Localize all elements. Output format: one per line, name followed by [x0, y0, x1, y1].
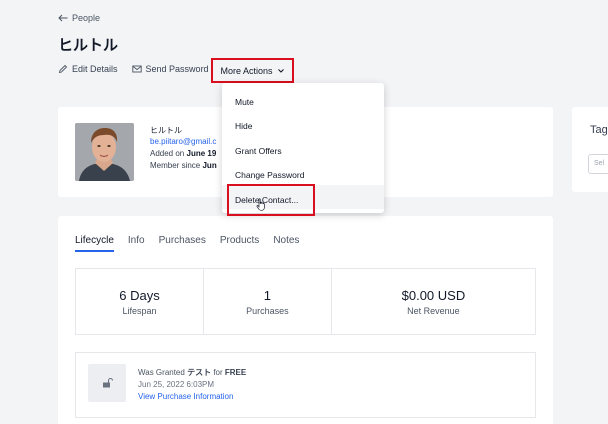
lifecycle-card: Lifecycle Info Purchases Products Notes … [58, 216, 553, 424]
tab-lifecycle[interactable]: Lifecycle [75, 235, 114, 252]
hand-cursor-icon [256, 198, 265, 211]
more-actions-button[interactable]: More Actions [211, 58, 294, 83]
profile-email[interactable]: be.piitaro@gmail.c [150, 137, 216, 146]
menu-item-change-password[interactable]: Change Password [222, 160, 384, 184]
purchase-event: Was Granted テスト for FREE Jun 25, 2022 6:… [75, 352, 536, 418]
arrow-left-icon [58, 14, 68, 22]
stat-value: $0.00 USD [401, 287, 466, 303]
member-prefix: Member since [150, 161, 201, 170]
unlock-icon-box [88, 364, 126, 402]
tags-title: Tag [590, 124, 608, 136]
menu-item-hide[interactable]: Hide [222, 111, 384, 135]
tab-bar: Lifecycle Info Purchases Products Notes [75, 235, 299, 252]
send-password-label: Send Password [145, 64, 209, 74]
profile-name: ヒルトル [150, 126, 182, 135]
stat-value: 6 Days [119, 287, 160, 303]
edit-details-label: Edit Details [72, 64, 118, 74]
profile-added-on: Added on June 19 [150, 149, 216, 158]
tab-notes[interactable]: Notes [273, 235, 299, 252]
tags-card: Tag Sel [572, 107, 608, 192]
unlock-icon [103, 377, 113, 388]
purchase-price: FREE [224, 368, 247, 377]
pencil-icon [58, 64, 68, 74]
view-purchase-link[interactable]: View Purchase Information [138, 392, 233, 401]
stat-purchases: 1 Purchases [204, 269, 332, 334]
member-value: Jun [202, 161, 217, 170]
added-value: June 19 [186, 149, 217, 158]
chevron-down-icon [277, 68, 284, 73]
envelope-icon [131, 65, 142, 73]
stat-label: Net Revenue [407, 305, 460, 316]
menu-item-mute[interactable]: Mute [222, 87, 384, 111]
stat-net-revenue: $0.00 USD Net Revenue [332, 269, 535, 334]
action-bar: Edit Details Send Password [58, 64, 223, 74]
granted-prefix: Was Granted [138, 368, 185, 377]
tags-select[interactable]: Sel [588, 154, 608, 174]
send-password-button[interactable]: Send Password [131, 64, 209, 74]
back-to-people-link[interactable]: People [58, 13, 100, 23]
stat-label: Lifespan [122, 305, 157, 316]
purchase-description: Was Granted テスト for FREE [138, 367, 246, 378]
stats-panel: 6 Days Lifespan 1 Purchases $0.00 USD Ne… [75, 268, 536, 335]
back-link-label: People [72, 13, 101, 23]
more-actions-label: More Actions [220, 65, 273, 76]
stat-label: Purchases [246, 305, 289, 316]
purchase-product: テスト [187, 368, 212, 377]
for-text: for [213, 368, 223, 377]
purchase-date: Jun 25, 2022 6:03PM [138, 380, 215, 389]
edit-details-button[interactable]: Edit Details [58, 64, 118, 74]
delete-contact-highlight [227, 184, 315, 216]
profile-member-since: Member since Jun [150, 161, 217, 170]
menu-item-grant-offers[interactable]: Grant Offers [222, 136, 384, 160]
tab-info[interactable]: Info [128, 235, 145, 252]
tab-purchases[interactable]: Purchases [159, 235, 206, 252]
stat-lifespan: 6 Days Lifespan [76, 269, 204, 334]
avatar [75, 123, 134, 181]
added-prefix: Added on [150, 149, 185, 158]
page-title: ヒルトル [58, 37, 119, 54]
stat-value: 1 [263, 287, 272, 303]
tab-products[interactable]: Products [220, 235, 259, 252]
